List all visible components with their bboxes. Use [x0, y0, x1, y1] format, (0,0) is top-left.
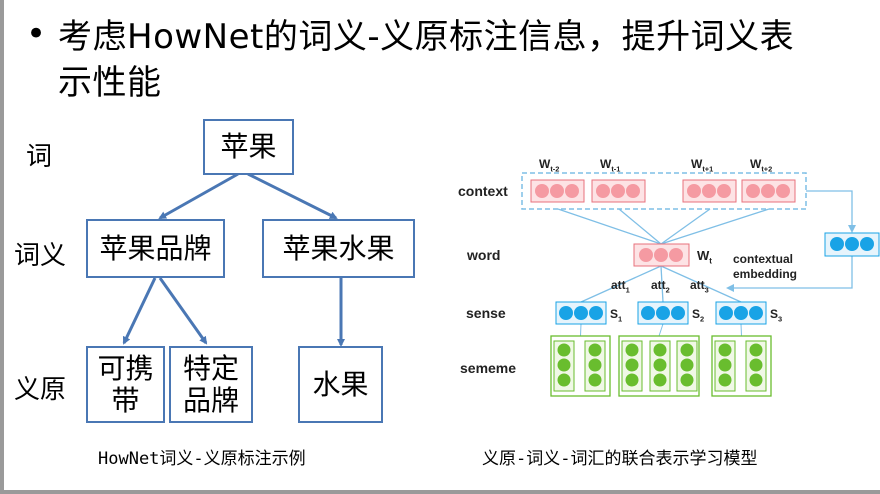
contextual-embedding-vector-dot-3: [860, 237, 874, 251]
contextual-embedding-label-line-1: contextual: [733, 252, 793, 266]
context-vector-1-dot-2: [550, 184, 564, 198]
contextual-embedding-label-line-2: embedding: [733, 267, 797, 281]
sense-vector-2-dot-2: [656, 306, 670, 320]
model-row-label-context: context: [458, 183, 508, 199]
sememe-vector-3-1-dot-2: [718, 358, 732, 372]
sense-label-1: S1: [610, 307, 622, 323]
context-vector-2-dot-2: [611, 184, 625, 198]
context-vector-3-dot-2: [702, 184, 716, 198]
sememe-vector-2-3-dot-1: [680, 343, 694, 357]
target-word-vector-dot-3: [669, 248, 683, 262]
sememe-vector-3-2-dot-2: [749, 358, 763, 372]
sememe-vector-3-2-dot-1: [749, 343, 763, 357]
sememe-vector-2-1-dot-1: [625, 343, 639, 357]
sememe-vector-2-2-dot-3: [653, 373, 667, 387]
target-word-label: Wt: [697, 248, 712, 266]
sense-to-sememe-line-1: [580, 323, 582, 337]
sememe-vector-1-2-dot-3: [588, 373, 602, 387]
attention-label-1: att1: [611, 278, 630, 294]
context-word-label-1: Wt-2: [539, 157, 559, 173]
sense-vector-2-dot-1: [641, 306, 655, 320]
sememe-vector-3-2-dot-3: [749, 373, 763, 387]
context-vector-1-dot-1: [535, 184, 549, 198]
context-to-word-line-4: [660, 208, 770, 245]
sense-vector-1-dot-2: [574, 306, 588, 320]
context-vector-4-dot-2: [761, 184, 775, 198]
sememe-vector-2-2-dot-1: [653, 343, 667, 357]
sememe-vector-1-1-dot-2: [557, 358, 571, 372]
context-vector-1-dot-3: [565, 184, 579, 198]
context-word-label-4: Wt+2: [750, 157, 772, 173]
sense-vector-1-dot-3: [589, 306, 603, 320]
context-word-label-2: Wt-1: [600, 157, 620, 173]
sense-vector-3-dot-1: [719, 306, 733, 320]
contextual-embedding-vector-dot-1: [830, 237, 844, 251]
context-vector-4-dot-1: [746, 184, 760, 198]
sememe-vector-2-3-dot-2: [680, 358, 694, 372]
model-row-label-word: word: [466, 247, 500, 263]
model-row-label-sense: sense: [466, 305, 506, 321]
contextual-embedding-vector-dot-2: [845, 237, 859, 251]
sememe-vector-2-1-dot-3: [625, 373, 639, 387]
sense-to-sememe-line-2: [658, 323, 664, 337]
context-vector-3-dot-3: [717, 184, 731, 198]
sememe-vector-1-2-dot-2: [588, 358, 602, 372]
sememe-vector-2-2-dot-2: [653, 358, 667, 372]
context-to-word-line-3: [660, 208, 711, 245]
right-diagram-caption: 义原-词义-词汇的联合表示学习模型: [482, 449, 758, 469]
sememe-vector-1-2-dot-1: [588, 343, 602, 357]
sememe-vector-3-1-dot-3: [718, 373, 732, 387]
sense-vector-2-dot-3: [671, 306, 685, 320]
context-to-word-line-2: [618, 208, 662, 245]
sememe-vector-3-1-dot-1: [718, 343, 732, 357]
sememe-vector-2-3-dot-3: [680, 373, 694, 387]
sense-vector-1-dot-1: [559, 306, 573, 320]
sense-to-sememe-line-3: [740, 323, 742, 337]
context-vector-2-dot-1: [596, 184, 610, 198]
sense-vector-3-dot-2: [734, 306, 748, 320]
attention-label-2: att2: [651, 278, 670, 294]
context-to-word-line-1: [557, 208, 662, 245]
sememe-vector-1-1-dot-3: [557, 373, 571, 387]
sememe-vector-1-1-dot-1: [557, 343, 571, 357]
context-word-label-3: Wt+1: [691, 157, 713, 173]
sense-vector-3-dot-3: [749, 306, 763, 320]
context-vector-3-dot-1: [687, 184, 701, 198]
right-diagram: context word sense sememe Wt-2 Wt-1 Wt+1 Wt+2 Wt…: [458, 157, 880, 397]
model-row-label-sememe: sememe: [460, 360, 516, 376]
sememe-vector-2-1-dot-2: [625, 358, 639, 372]
context-vector-4-dot-3: [776, 184, 790, 198]
sense-label-2: S2: [692, 307, 704, 323]
context-to-embedding-arrow: [806, 190, 856, 233]
target-word-vector-dot-2: [654, 248, 668, 262]
sense-label-3: S3: [770, 307, 782, 323]
attention-label-3: att3: [690, 278, 709, 294]
target-word-vector-dot-1: [639, 248, 653, 262]
context-vector-2-dot-3: [626, 184, 640, 198]
